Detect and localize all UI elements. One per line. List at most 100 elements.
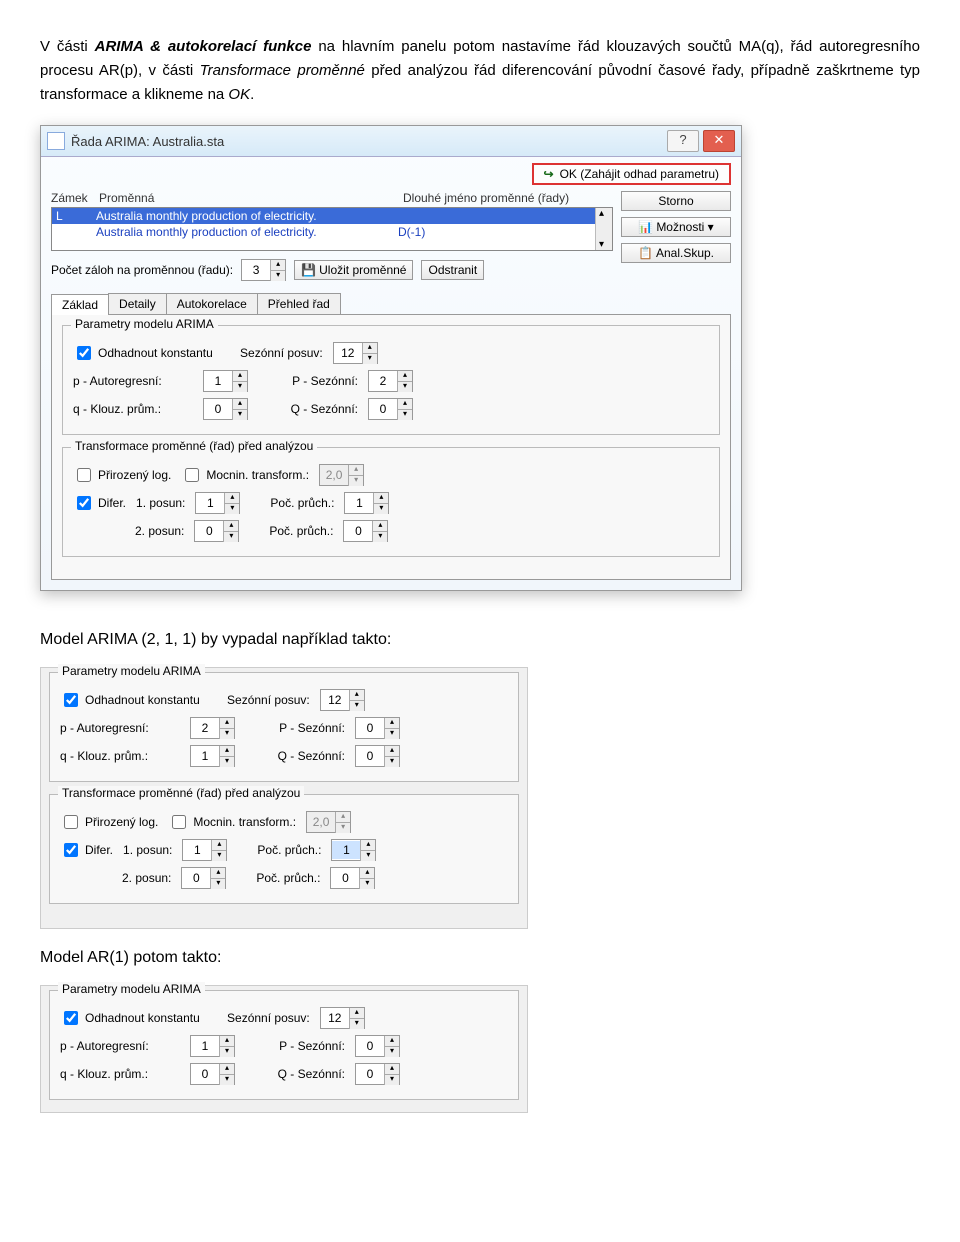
pruch2-label: Poč. průch.: xyxy=(256,871,320,885)
tab-zaklad[interactable]: Základ xyxy=(51,294,109,315)
arima-dialog: Řada ARIMA: Australia.sta ? ✕ ↪ OK (Zahá… xyxy=(40,125,742,591)
p-spinner[interactable]: ▴▾ xyxy=(190,717,235,739)
Q-label: Q - Sezónní: xyxy=(258,402,358,416)
group-transform: Transformace proměnné (řad) před analýzo… xyxy=(49,794,519,904)
log-label: Přirozený log. xyxy=(98,468,171,482)
analskup-button[interactable]: 📋 Anal.Skup. xyxy=(621,243,731,263)
Q-input[interactable] xyxy=(356,1065,384,1083)
P-spinner[interactable]: ▴▾ xyxy=(368,370,413,392)
sez-posuv-input[interactable] xyxy=(321,1009,349,1027)
log-checkbox[interactable]: Přirozený log. xyxy=(60,812,158,832)
p-spinner[interactable]: ▴▾ xyxy=(190,1035,235,1057)
posun1-label: 1. posun: xyxy=(123,843,172,857)
pruch2-spinner[interactable]: ▴▾ xyxy=(330,867,375,889)
mocnin-checkbox[interactable]: Mocnin. transform.: xyxy=(181,465,309,485)
p-input[interactable] xyxy=(204,372,232,390)
odhadnout-checkbox[interactable]: Odhadnout konstantu xyxy=(60,1008,200,1028)
P-input[interactable] xyxy=(356,1037,384,1055)
odhadnout-label: Odhadnout konstantu xyxy=(85,1011,200,1025)
list-item[interactable]: Australia monthly production of electric… xyxy=(52,224,612,240)
Q-spinner[interactable]: ▴▾ xyxy=(355,1063,400,1085)
posun1-input[interactable] xyxy=(196,494,224,512)
odhadnout-checkbox[interactable]: Odhadnout konstantu xyxy=(60,690,200,710)
Q-input[interactable] xyxy=(369,400,397,418)
dialog-title: Řada ARIMA: Australia.sta xyxy=(71,134,224,149)
q-spinner[interactable]: ▴▾ xyxy=(190,745,235,767)
posun2-input[interactable] xyxy=(195,522,223,540)
tab-prehled[interactable]: Přehled řad xyxy=(257,293,341,314)
pruch1-spinner[interactable]: ▴▾ xyxy=(331,839,376,861)
tab-autokorelace[interactable]: Autokorelace xyxy=(166,293,258,314)
mocnin-spinner: ▴▾ xyxy=(319,464,364,486)
help-button[interactable]: ? xyxy=(667,130,699,152)
p-input[interactable] xyxy=(191,1037,219,1055)
pruch1-spinner[interactable]: ▴▾ xyxy=(344,492,389,514)
difer-checkbox[interactable]: Difer. xyxy=(73,493,126,513)
odstranit-button[interactable]: Odstranit xyxy=(421,260,484,280)
Q-label: Q - Sezónní: xyxy=(245,749,345,763)
p-spinner[interactable]: ▴▾ xyxy=(203,370,248,392)
P-spinner[interactable]: ▴▾ xyxy=(355,717,400,739)
posun2-spinner[interactable]: ▴▾ xyxy=(194,520,239,542)
scrollbar[interactable] xyxy=(595,208,612,250)
pruch1-label: Poč. průch.: xyxy=(270,496,334,510)
q-spinner[interactable]: ▴▾ xyxy=(203,398,248,420)
sez-posuv-input[interactable] xyxy=(321,691,349,709)
q-input[interactable] xyxy=(191,747,219,765)
posun2-label: 2. posun: xyxy=(122,871,171,885)
difer-checkbox[interactable]: Difer. xyxy=(60,840,113,860)
group-arima-params: Parametry modelu ARIMA Odhadnout konstan… xyxy=(49,672,519,782)
pruch2-spinner[interactable]: ▴▾ xyxy=(343,520,388,542)
log-checkbox[interactable]: Přirozený log. xyxy=(73,465,171,485)
q-input[interactable] xyxy=(204,400,232,418)
P-input[interactable] xyxy=(369,372,397,390)
q-spinner[interactable]: ▴▾ xyxy=(190,1063,235,1085)
posun1-label: 1. posun: xyxy=(136,496,185,510)
mocnin-input xyxy=(320,466,348,484)
p-input[interactable] xyxy=(191,719,219,737)
q-label: q - Klouz. prům.: xyxy=(73,402,193,416)
Q-spinner[interactable]: ▴▾ xyxy=(368,398,413,420)
q-input[interactable] xyxy=(191,1065,219,1083)
zalohy-spinner[interactable]: ▴▾ xyxy=(241,259,286,281)
P-input[interactable] xyxy=(356,719,384,737)
posun1-spinner[interactable]: ▴▾ xyxy=(182,839,227,861)
cell-lock: L xyxy=(56,209,96,223)
ok-button[interactable]: ↪ OK (Zahájit odhad parametru) xyxy=(532,163,731,185)
sez-posuv-spinner[interactable]: ▴▾ xyxy=(333,342,378,364)
tab-pane: Parametry modelu ARIMA Odhadnout konstan… xyxy=(51,314,731,580)
sez-posuv-spinner[interactable]: ▴▾ xyxy=(320,689,365,711)
posun1-spinner[interactable]: ▴▾ xyxy=(195,492,240,514)
sez-posuv-input[interactable] xyxy=(334,344,362,362)
ulozit-button[interactable]: 💾 Uložit proměnné xyxy=(294,260,413,280)
mocnin-spinner: ▴▾ xyxy=(306,811,351,833)
zalohy-input[interactable] xyxy=(242,261,270,279)
posun2-input[interactable] xyxy=(182,869,210,887)
cell-var: Australia monthly production of electric… xyxy=(96,225,398,239)
mocnin-checkbox[interactable]: Mocnin. transform.: xyxy=(168,812,296,832)
P-spinner[interactable]: ▴▾ xyxy=(355,1035,400,1057)
tab-detaily[interactable]: Detaily xyxy=(108,293,167,314)
Q-spinner[interactable]: ▴▾ xyxy=(355,745,400,767)
close-button[interactable]: ✕ xyxy=(703,130,735,152)
sez-posuv-spinner[interactable]: ▴▾ xyxy=(320,1007,365,1029)
posun1-input[interactable] xyxy=(183,841,211,859)
save-icon: 💾 xyxy=(301,263,315,277)
list-item[interactable]: L Australia monthly production of electr… xyxy=(52,208,612,224)
pruch1-input[interactable] xyxy=(332,841,360,859)
sezonni-posuv-label: Sezónní posuv: xyxy=(210,693,310,707)
pruch1-input[interactable] xyxy=(345,494,373,512)
moznosti-button[interactable]: 📊 Možnosti ▾ xyxy=(621,217,731,237)
pruch2-input[interactable] xyxy=(331,869,359,887)
p-label: p - Autoregresní: xyxy=(60,1039,180,1053)
Q-input[interactable] xyxy=(356,747,384,765)
group-label: Parametry modelu ARIMA xyxy=(58,664,205,678)
odhadnout-checkbox[interactable]: Odhadnout konstantu xyxy=(73,343,213,363)
difer-label: Difer. xyxy=(85,843,113,857)
P-label: P - Sezónní: xyxy=(245,721,345,735)
pruch2-input[interactable] xyxy=(344,522,372,540)
posun2-spinner[interactable]: ▴▾ xyxy=(181,867,226,889)
caption-model-211: Model ARIMA (2, 1, 1) by vypadal napříkl… xyxy=(40,631,920,649)
variable-listbox[interactable]: L Australia monthly production of electr… xyxy=(51,207,613,251)
storno-button[interactable]: Storno xyxy=(621,191,731,211)
